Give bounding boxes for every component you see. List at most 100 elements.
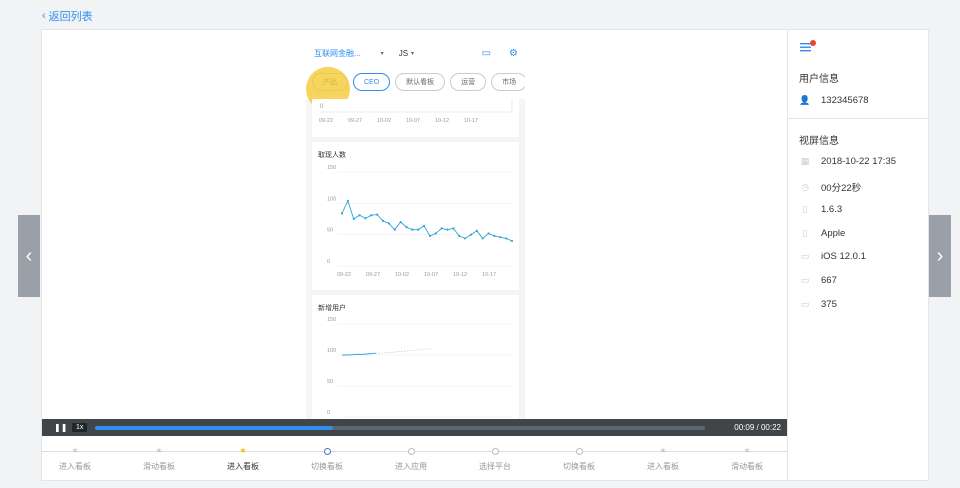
circle-icon <box>534 445 624 457</box>
message-icon: ▭ <box>481 47 492 59</box>
y-tick-label: 0 <box>327 410 330 416</box>
user-icon: 👤 <box>799 95 811 105</box>
data-point <box>469 233 473 236</box>
monitor-icon: ▭ <box>800 251 810 261</box>
next-recording-button[interactable]: › <box>929 215 951 297</box>
dashboard-chip[interactable]: 市场 <box>491 73 525 91</box>
chart-card-withdraw: 取现人数 150 100 50 0 09-22 09-27 10-02 10-07 10-12 1… <box>312 142 519 290</box>
circle-icon <box>366 445 456 457</box>
data-point <box>417 228 420 231</box>
phone-icon: ▯ <box>802 204 808 214</box>
speed-selector[interactable]: 1x <box>72 423 88 432</box>
clock-icon: ◷ <box>801 181 809 192</box>
brand: Apple <box>821 228 846 239</box>
screen-info-title: 视屏信息 <box>799 136 839 147</box>
x-tick-label: 09-27 <box>366 272 380 278</box>
data-point <box>481 237 484 240</box>
data-point <box>381 219 385 222</box>
chart-card-new-users: 新增用户 150 100 50 0 <box>312 295 519 419</box>
series-forecast-line <box>376 348 431 354</box>
timeline-step-label: 选择平台 <box>479 462 511 471</box>
screen-width: 375 <box>821 299 837 310</box>
data-point <box>387 222 390 225</box>
playback-bar: ❚❚ 1x 00:09 / 00:22 <box>42 419 787 436</box>
app-version-row: ▯ 1.6.3 <box>800 204 843 215</box>
pause-button[interactable]: ❚❚ <box>54 423 67 432</box>
timeline-step-label: 切换看板 <box>311 462 343 471</box>
progress-bar[interactable] <box>95 425 706 430</box>
data-point <box>364 217 367 220</box>
timeline-step[interactable]: ★ 进入看板 <box>618 445 708 472</box>
top-chart-axis: 0 09-22 09-27 10-02 10-07 10-12 10-17 <box>319 99 513 124</box>
x-tick-label: 10-17 <box>464 118 478 124</box>
user-info-title: 用户信息 <box>799 74 839 85</box>
x-tick-label: 10-17 <box>482 272 496 278</box>
data-point <box>399 221 402 224</box>
user-short: JS <box>398 48 409 58</box>
dashboard-chip[interactable]: CEO <box>353 73 391 91</box>
dashboard-chip[interactable]: 运营 <box>450 73 487 91</box>
y-tick-label: 150 <box>327 317 336 323</box>
datetime: 2018-10-22 17:35 <box>821 156 897 167</box>
data-point <box>493 234 496 238</box>
y-tick-label: 100 <box>327 196 336 202</box>
divider <box>788 118 928 119</box>
circle-icon <box>450 445 540 457</box>
timeline-step[interactable]: ★ 滑动看板 <box>702 445 792 472</box>
x-tick-label: 10-07 <box>424 272 438 278</box>
dropdown-caret-icon: ▾ <box>411 50 415 57</box>
data-point <box>358 214 361 217</box>
timeline-step[interactable]: 切换看板 <box>534 445 624 472</box>
phone-icon: ▯ <box>802 228 808 238</box>
timeline-step-label: 进入看板 <box>647 462 679 471</box>
info-sidebar: 用户信息 👤 132345678 视屏信息 ▦ 2018-10-22 17:35… <box>788 29 929 481</box>
new-users-line-chart: 150 100 50 0 <box>327 317 512 418</box>
phone-header: 互联网金融... ▾ JS ▾ ▭ ⚙ <box>306 41 525 65</box>
timeline-step[interactable]: 选择平台 <box>450 445 540 472</box>
circle-icon <box>282 445 372 457</box>
duration-row: ◷ 00分22秒 <box>800 180 862 195</box>
phone-screen-preview: 互联网金融... ▾ JS ▾ ▭ ⚙ 产品 CEO 默认看板 运营 市场 0 09-22… <box>306 41 525 419</box>
duration: 00分22秒 <box>821 183 862 194</box>
y-tick-label: 50 <box>327 379 333 385</box>
timeline-step[interactable]: ★ 滑动看板 <box>114 445 204 472</box>
star-icon: ★ <box>239 446 247 455</box>
screen-height-row: ▭ 667 <box>800 275 837 286</box>
list-alert-icon <box>800 40 816 52</box>
data-point <box>370 214 373 217</box>
dashboard-chip[interactable]: 产品 <box>312 73 348 91</box>
withdraw-line-chart: 150 100 50 0 09-22 09-27 10-02 10-07 10-12 10-17 <box>327 165 514 278</box>
timeline-step[interactable]: 进入应用 <box>366 445 456 472</box>
data-point <box>510 239 514 243</box>
y-tick-label: 150 <box>327 165 336 171</box>
back-link-label: 返回列表 <box>48 11 93 23</box>
timeline-step[interactable]: 切换看板 <box>282 445 372 472</box>
brand-row: ▯ Apple <box>800 228 846 239</box>
replay-panel: 互联网金融... ▾ JS ▾ ▭ ⚙ 产品 CEO 默认看板 运营 市场 0 09-22… <box>41 29 788 481</box>
x-tick-label: 09-27 <box>348 118 362 124</box>
chevron-left-icon: ‹ <box>42 10 46 22</box>
screen-width-row: ▭ 375 <box>800 299 837 310</box>
timeline-step[interactable]: ★ 进入看板 <box>30 445 120 472</box>
timeline-step[interactable]: ★ 进入看板 <box>198 445 288 472</box>
datetime-row: ▦ 2018-10-22 17:35 <box>800 156 896 167</box>
timeline-step-label: 进入应用 <box>395 462 427 471</box>
back-to-list-link[interactable]: ‹ 返回列表 <box>42 8 93 24</box>
data-point <box>428 234 432 238</box>
x-tick-label: 10-07 <box>406 118 420 124</box>
progress-fill <box>95 425 334 430</box>
org-name: 互联网金融... <box>314 48 361 58</box>
x-tick-label: 10-12 <box>435 118 449 124</box>
settings-icon: ⚙ <box>509 47 518 59</box>
data-point <box>458 234 461 238</box>
timeline-step-label: 滑动看板 <box>143 462 175 471</box>
data-point <box>464 237 467 240</box>
dashboard-chip-row: 产品 CEO 默认看板 运营 市场 <box>306 65 525 111</box>
star-icon: ★ <box>71 446 79 455</box>
chevron-left-icon: ‹ <box>25 244 33 267</box>
dashboard-chip[interactable]: 默认看板 <box>395 73 446 91</box>
previous-recording-button[interactable]: ‹ <box>18 215 40 297</box>
data-point <box>505 237 508 240</box>
data-point <box>393 228 396 231</box>
app-version: 1.6.3 <box>821 204 843 215</box>
